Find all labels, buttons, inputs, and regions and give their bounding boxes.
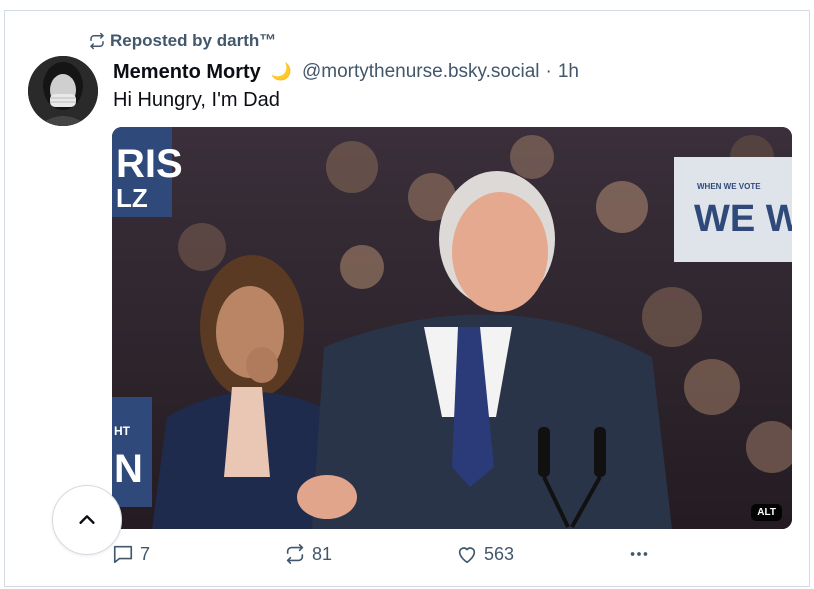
more-options-button[interactable] <box>628 543 650 565</box>
post-header: Memento Morty 🌙 @mortythenurse.bsky.soci… <box>113 58 579 86</box>
more-icon <box>630 552 648 556</box>
left-sign-top: RIS <box>116 142 183 186</box>
post-text: Hi Hungry, I'm Dad <box>113 89 280 111</box>
reply-icon <box>113 545 133 564</box>
post-actions: 7 81 563 <box>112 543 672 571</box>
right-sign-big: WE WI <box>694 198 792 240</box>
repost-button[interactable]: 81 <box>284 543 332 565</box>
repost-indicator[interactable]: Reposted by darth™ <box>88 30 276 52</box>
left-sign-sub: LZ <box>116 183 148 213</box>
moon-emoji: 🌙 <box>270 62 292 81</box>
post-time[interactable]: 1h <box>558 61 579 83</box>
reply-button[interactable]: 7 <box>112 543 150 565</box>
repost-icon <box>90 32 104 50</box>
reply-count: 7 <box>140 543 151 564</box>
right-sign-small: WHEN WE VOTE <box>697 182 761 191</box>
repost-icon <box>286 544 304 564</box>
left-sign-bottom-b: N <box>114 447 143 491</box>
like-button[interactable]: 563 <box>456 543 514 565</box>
avatar-image <box>28 56 98 126</box>
author-handle[interactable]: @mortythenurse.bsky.social <box>302 61 540 83</box>
author-display-name[interactable]: Memento Morty <box>113 61 261 84</box>
separator-dot: · <box>545 61 552 82</box>
like-count: 563 <box>484 543 515 564</box>
left-sign-bottom-a: HT <box>114 424 131 438</box>
heart-icon <box>458 547 476 564</box>
post-image[interactable]: RIS LZ HT N WHEN WE VOTE WE WI ALT <box>112 127 792 529</box>
alt-badge[interactable]: ALT <box>751 504 782 521</box>
repost-label: Reposted by darth™ <box>110 31 277 50</box>
chevron-up-icon <box>79 515 95 524</box>
repost-count: 81 <box>312 543 333 564</box>
avatar[interactable] <box>28 56 98 126</box>
